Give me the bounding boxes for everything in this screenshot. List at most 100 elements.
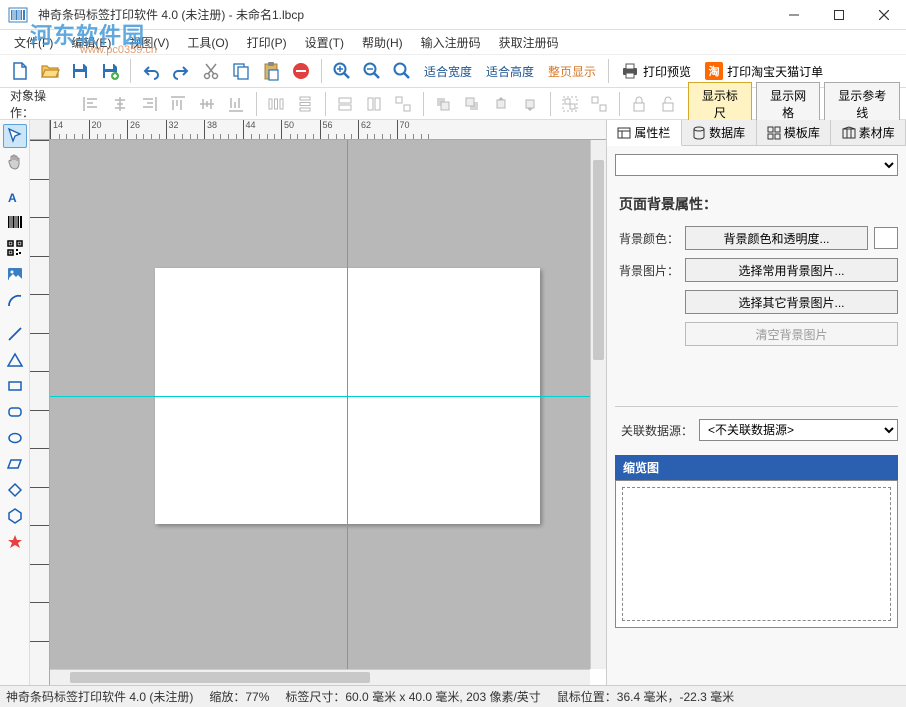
align-right-icon xyxy=(136,90,163,118)
same-width-icon xyxy=(332,90,359,118)
tab-templates[interactable]: 模板库 xyxy=(757,120,832,145)
ruler-horizontal[interactable] xyxy=(50,120,606,140)
menu-tools[interactable]: 工具(O) xyxy=(179,31,236,54)
ruler-corner xyxy=(30,120,50,140)
status-app: 神奇条码标签打印软件 4.0 (未注册) xyxy=(6,688,193,705)
paste-icon[interactable] xyxy=(257,57,285,85)
thumbnail-preview xyxy=(622,487,891,621)
thumbnail-header: 缩览图 xyxy=(615,455,898,480)
scrollbar-vertical[interactable] xyxy=(590,140,606,669)
fit-page-link[interactable]: 整页显示 xyxy=(542,59,602,84)
lock-icon xyxy=(626,90,653,118)
menu-enter-regcode[interactable]: 输入注册码 xyxy=(413,31,489,54)
menu-get-regcode[interactable]: 获取注册码 xyxy=(491,31,567,54)
rectangle-tool-icon[interactable] xyxy=(3,374,27,398)
menu-file[interactable]: 文件(F) xyxy=(6,31,61,54)
triangle-tool-icon[interactable] xyxy=(3,348,27,372)
parallelogram-tool-icon[interactable] xyxy=(3,452,27,476)
send-back-icon xyxy=(459,90,486,118)
image-tool-icon[interactable] xyxy=(3,262,27,286)
object-ops-label: 对象操作： xyxy=(6,87,72,121)
group-icon xyxy=(557,90,584,118)
bg-image-other-button[interactable]: 选择其它背景图片... xyxy=(685,290,898,314)
show-ruler-toggle[interactable]: 显示标尺 xyxy=(688,82,752,126)
canvas-area xyxy=(30,120,606,685)
save-icon[interactable] xyxy=(66,57,94,85)
redo-icon[interactable] xyxy=(167,57,195,85)
minimize-button[interactable] xyxy=(771,0,816,30)
properties-panel: 属性栏 数据库 模板库 素材库 页面背景属性： 背景颜色： 背景颜色和透明度..… xyxy=(606,120,906,685)
object-selector-dropdown[interactable] xyxy=(615,154,898,176)
fit-width-link[interactable]: 适合宽度 xyxy=(418,59,478,84)
align-bottom-icon xyxy=(223,90,250,118)
tab-database[interactable]: 数据库 xyxy=(682,120,757,145)
svg-text:A: A xyxy=(8,191,17,205)
status-zoom: 缩放：77% xyxy=(209,688,269,705)
barcode-tool-icon[interactable] xyxy=(3,210,27,234)
print-taobao-button[interactable]: 淘 打印淘宝天猫订单 xyxy=(699,59,829,83)
undo-icon[interactable] xyxy=(137,57,165,85)
copy-icon[interactable] xyxy=(227,57,255,85)
tab-assets[interactable]: 素材库 xyxy=(831,120,906,145)
star-tool-icon[interactable] xyxy=(3,530,27,554)
status-size: 标签尺寸：60.0 毫米 x 40.0 毫米, 203 像素/英寸 xyxy=(285,688,540,705)
zoom-region-icon[interactable] xyxy=(388,57,416,85)
status-mouse: 鼠标位置：36.4 毫米，-22.3 毫米 xyxy=(557,688,734,705)
show-guides-toggle[interactable]: 显示参考线 xyxy=(824,82,900,126)
align-center-h-icon xyxy=(107,90,134,118)
qrcode-tool-icon[interactable] xyxy=(3,236,27,260)
ungroup-icon xyxy=(586,90,613,118)
tab-properties-label: 属性栏 xyxy=(634,124,670,141)
zoom-in-icon[interactable] xyxy=(328,57,356,85)
guide-vertical[interactable] xyxy=(347,140,348,669)
menu-help[interactable]: 帮助(H) xyxy=(354,31,411,54)
datasource-label: 关联数据源： xyxy=(615,422,693,439)
properties-icon xyxy=(617,126,631,140)
zoom-out-icon[interactable] xyxy=(358,57,386,85)
text-tool-icon[interactable]: A xyxy=(3,184,27,208)
menu-edit[interactable]: 编辑(E) xyxy=(63,31,119,54)
polygon-tool-icon[interactable] xyxy=(3,504,27,528)
assets-icon xyxy=(842,126,856,140)
align-top-icon xyxy=(165,90,192,118)
bring-forward-icon xyxy=(488,90,515,118)
ruler-vertical[interactable] xyxy=(30,140,50,685)
save-as-icon[interactable] xyxy=(96,57,124,85)
menu-settings[interactable]: 设置(T) xyxy=(297,31,352,54)
bg-color-button[interactable]: 背景颜色和透明度... xyxy=(685,226,868,250)
guide-horizontal[interactable] xyxy=(50,396,590,397)
show-grid-toggle[interactable]: 显示网格 xyxy=(756,82,820,126)
tab-templates-label: 模板库 xyxy=(784,124,820,141)
bg-color-swatch[interactable] xyxy=(874,227,898,249)
pan-tool-icon[interactable] xyxy=(3,150,27,174)
line-tool-icon[interactable] xyxy=(3,322,27,346)
tab-assets-label: 素材库 xyxy=(859,124,895,141)
statusbar: 神奇条码标签打印软件 4.0 (未注册) 缩放：77% 标签尺寸：60.0 毫米… xyxy=(0,685,906,707)
print-preview-button[interactable]: 打印预览 xyxy=(615,59,697,83)
diamond-tool-icon[interactable] xyxy=(3,478,27,502)
menu-print[interactable]: 打印(P) xyxy=(239,31,295,54)
bg-image-common-button[interactable]: 选择常用背景图片... xyxy=(685,258,898,282)
close-button[interactable] xyxy=(861,0,906,30)
datasource-select[interactable]: <不关联数据源> xyxy=(699,419,898,441)
tab-properties[interactable]: 属性栏 xyxy=(607,120,682,146)
delete-icon[interactable] xyxy=(287,57,315,85)
select-tool-icon[interactable] xyxy=(3,124,27,148)
menubar: 文件(F) 编辑(E) 视图(V) 工具(O) 打印(P) 设置(T) 帮助(H… xyxy=(0,30,906,54)
object-toolbar: 对象操作： 显示标尺 显示网格 显示参考线 xyxy=(0,88,906,120)
print-preview-label: 打印预览 xyxy=(643,63,691,80)
maximize-button[interactable] xyxy=(816,0,861,30)
fit-height-link[interactable]: 适合高度 xyxy=(480,59,540,84)
cut-icon[interactable] xyxy=(197,57,225,85)
rounded-rect-tool-icon[interactable] xyxy=(3,400,27,424)
tab-database-label: 数据库 xyxy=(709,124,745,141)
ellipse-tool-icon[interactable] xyxy=(3,426,27,450)
distribute-v-icon xyxy=(292,90,319,118)
menu-view[interactable]: 视图(V) xyxy=(121,31,177,54)
open-file-icon[interactable] xyxy=(36,57,64,85)
bg-image-clear-button[interactable]: 清空背景图片 xyxy=(685,322,898,346)
arc-tool-icon[interactable] xyxy=(3,288,27,312)
new-file-icon[interactable] xyxy=(6,57,34,85)
canvas-viewport[interactable] xyxy=(50,140,590,669)
send-backward-icon xyxy=(517,90,544,118)
